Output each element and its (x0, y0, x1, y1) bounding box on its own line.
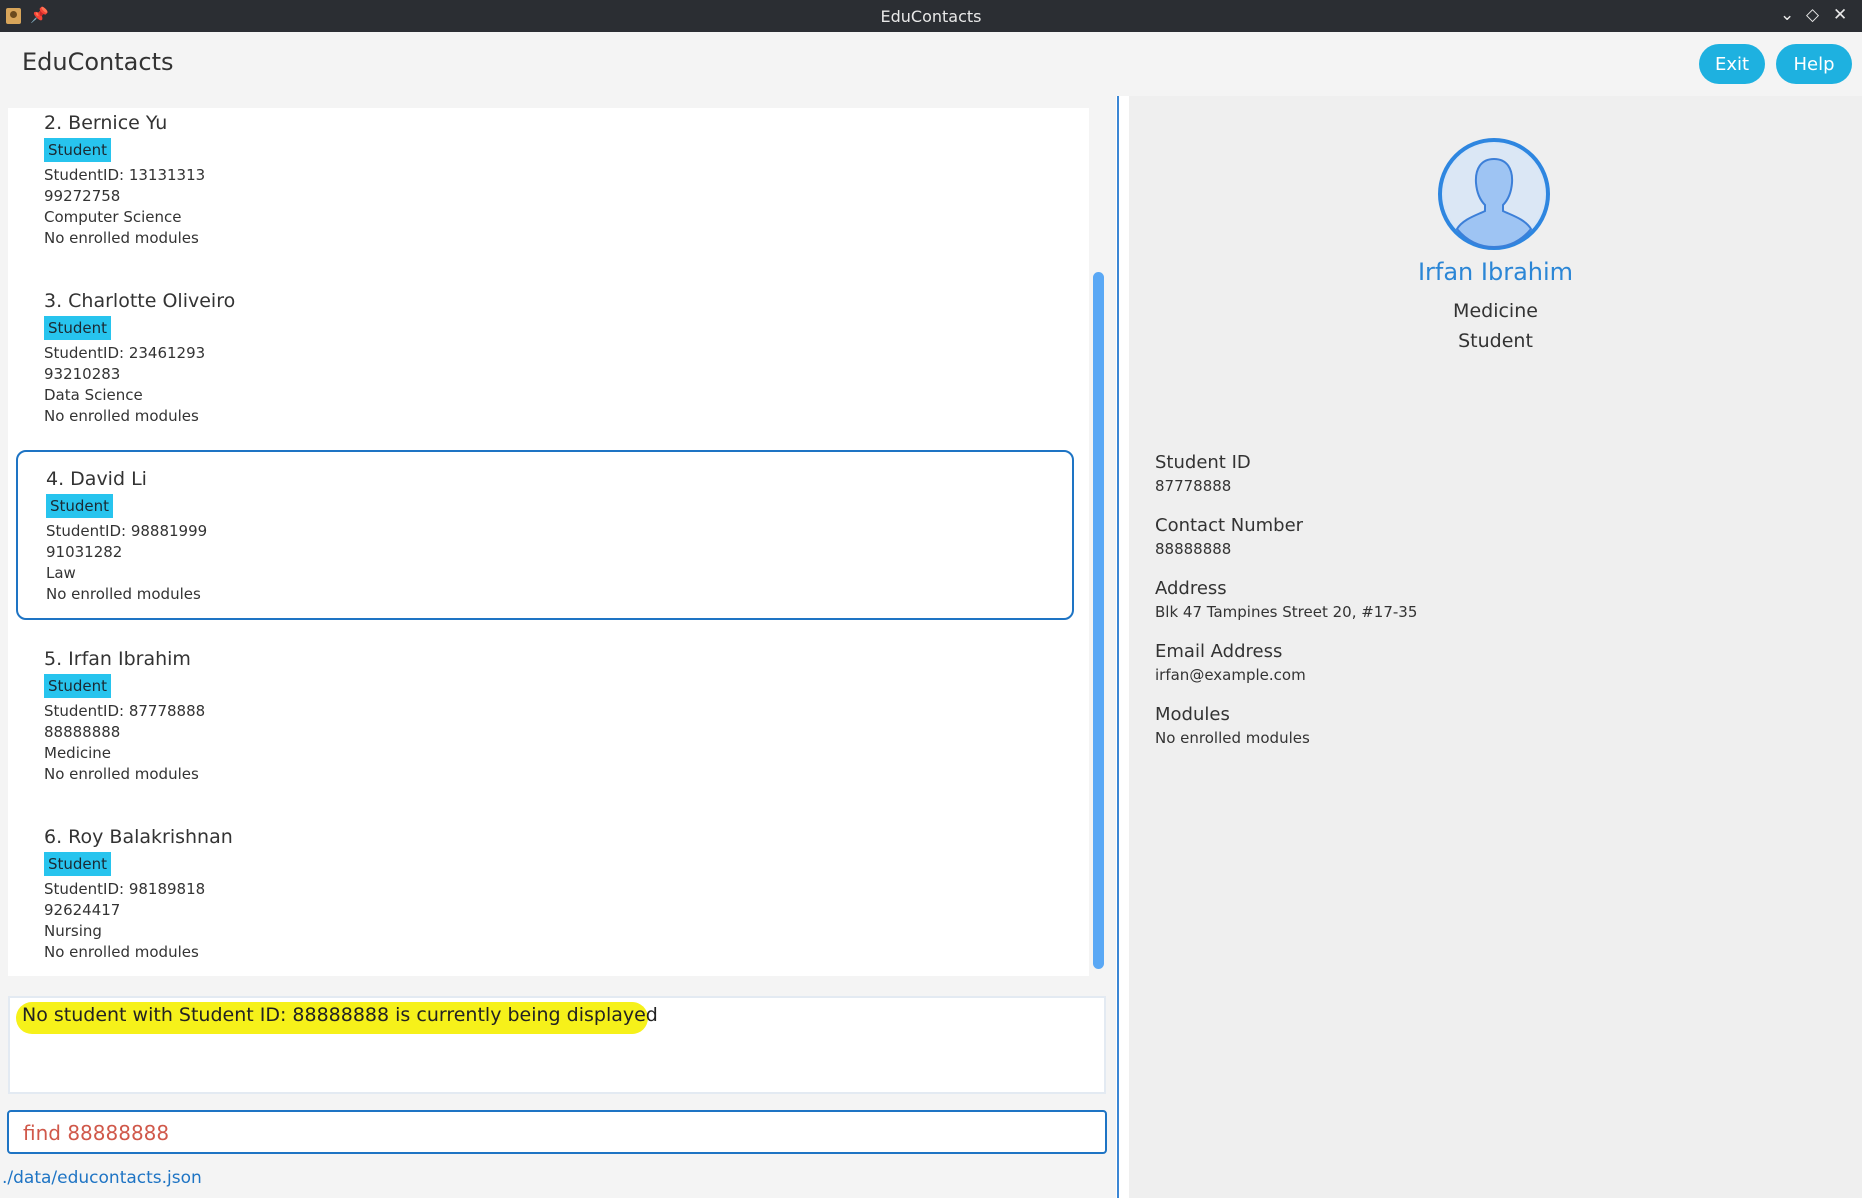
student-id-label: Student ID (1155, 452, 1251, 473)
student-list[interactable]: 2. Bernice Yu Student StudentID: 1313131… (8, 108, 1089, 976)
student-name: 2. Bernice Yu (44, 112, 168, 134)
student-id-value: 87778888 (1155, 477, 1232, 495)
detail-course: Medicine (1453, 300, 1538, 322)
student-name: 3. Charlotte Oliveiro (44, 290, 236, 312)
maximize-icon[interactable]: ◇ (1806, 5, 1819, 25)
address-label: Address (1155, 578, 1227, 599)
list-scrollbar[interactable] (1093, 272, 1104, 969)
student-id: StudentID: 98189818 (44, 880, 206, 898)
student-id: StudentID: 87778888 (44, 702, 206, 720)
student-course: Medicine (44, 744, 112, 762)
command-input[interactable] (21, 1118, 1085, 1148)
student-modules: No enrolled modules (44, 943, 199, 961)
list-item-selected[interactable]: 4. David Li Student StudentID: 98881999 … (16, 450, 1074, 620)
detail-name: Irfan Ibrahim (1417, 258, 1574, 286)
command-box[interactable] (7, 1110, 1107, 1154)
student-name: 6. Roy Balakrishnan (44, 826, 233, 848)
student-phone: 92624417 (44, 901, 121, 919)
student-id: StudentID: 23461293 (44, 344, 206, 362)
detail-role: Student (1458, 330, 1533, 352)
student-phone: 91031282 (46, 543, 123, 561)
app-name: EduContacts (22, 48, 174, 76)
student-name: 5. Irfan Ibrahim (44, 648, 191, 670)
result-message: No student with Student ID: 88888888 is … (22, 1004, 658, 1026)
student-modules: No enrolled modules (44, 229, 199, 247)
modules-label: Modules (1155, 704, 1230, 725)
close-icon[interactable]: ✕ (1833, 5, 1847, 25)
student-modules: No enrolled modules (44, 407, 199, 425)
exit-button[interactable]: Exit (1699, 44, 1765, 84)
modules-value: No enrolled modules (1155, 729, 1310, 747)
status-bar-path: ./data/educontacts.json (2, 1168, 202, 1188)
role-tag: Student (44, 852, 112, 876)
student-phone: 88888888 (44, 723, 121, 741)
panel-divider[interactable] (1117, 96, 1119, 1198)
student-phone: 99272758 (44, 187, 121, 205)
student-course: Data Science (44, 386, 143, 404)
student-id: StudentID: 13131313 (44, 166, 206, 184)
window-titlebar: 📌 EduContacts ⌄ ◇ ✕ (0, 0, 1862, 32)
list-item[interactable]: 6. Roy Balakrishnan Student StudentID: 9… (8, 822, 1080, 976)
email-label: Email Address (1155, 641, 1283, 662)
role-tag: Student (44, 316, 112, 340)
email-value: irfan@example.com (1155, 666, 1306, 684)
student-course: Computer Science (44, 208, 182, 226)
student-name: 4. David Li (46, 468, 147, 490)
role-tag: Student (46, 494, 114, 518)
student-modules: No enrolled modules (46, 585, 201, 603)
help-button[interactable]: Help (1776, 44, 1852, 84)
contact-number-value: 88888888 (1155, 540, 1232, 558)
address-value: Blk 47 Tampines Street 20, #17-35 (1155, 603, 1418, 621)
result-display: No student with Student ID: 88888888 is … (8, 996, 1106, 1094)
contact-number-label: Contact Number (1155, 515, 1304, 536)
list-item[interactable]: 5. Irfan Ibrahim Student StudentID: 8777… (8, 644, 1080, 816)
student-modules: No enrolled modules (44, 765, 199, 783)
minimize-icon[interactable]: ⌄ (1780, 5, 1794, 25)
app-header: EduContacts Exit Help (0, 32, 1862, 96)
student-phone: 93210283 (44, 365, 121, 383)
student-id: StudentID: 98881999 (46, 522, 208, 540)
window-title: EduContacts (880, 7, 982, 26)
student-course: Nursing (44, 922, 102, 940)
list-item[interactable]: 2. Bernice Yu Student StudentID: 1313131… (8, 108, 1080, 280)
avatar-icon (1438, 138, 1550, 250)
role-tag: Student (44, 138, 112, 162)
student-course: Law (46, 564, 76, 582)
role-tag: Student (44, 674, 112, 698)
list-item[interactable]: 3. Charlotte Oliveiro Student StudentID:… (8, 286, 1080, 458)
